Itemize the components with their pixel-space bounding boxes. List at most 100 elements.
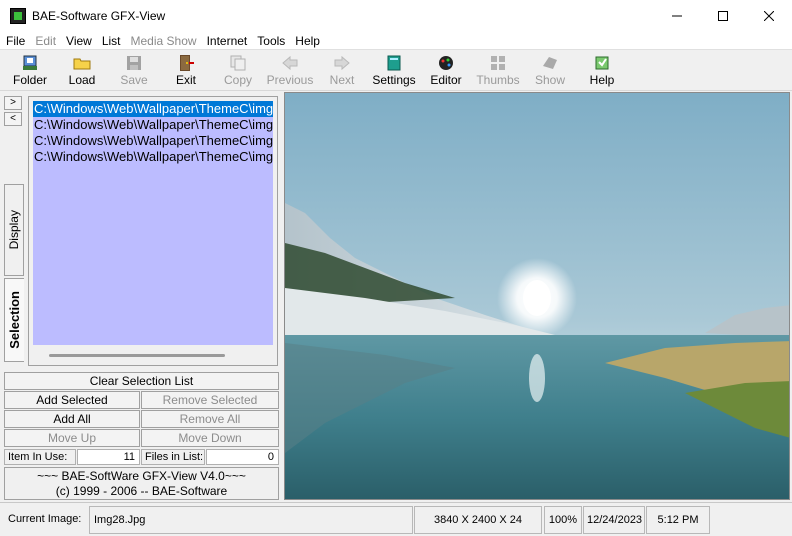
add-selected-label: Add Selected	[36, 393, 108, 407]
menu-view[interactable]: View	[61, 32, 97, 50]
editor-label: Editor	[430, 73, 462, 87]
files-in-list-value: 0	[206, 449, 279, 465]
list-item[interactable]: C:\Windows\Web\Wallpaper\ThemeC\img29.jp…	[33, 117, 273, 133]
status-bar: Current Image: Img28.Jpg 3840 X 2400 X 2…	[0, 502, 792, 536]
window-controls	[654, 0, 792, 32]
image-dimensions: 3840 X 2400 X 24	[414, 506, 542, 534]
floppy-disk-icon	[125, 54, 143, 72]
tab-selection-label: Selection	[7, 291, 22, 349]
folder-button[interactable]: Folder	[4, 51, 56, 91]
status-time: 5:12 PM	[646, 506, 710, 534]
horizontal-scrollbar[interactable]	[33, 349, 273, 363]
list-item[interactable]: C:\Windows\Web\Wallpaper\ThemeC\img31.jp…	[33, 149, 273, 165]
selection-list-frame: C:\Windows\Web\Wallpaper\ThemeC\img28.jp…	[28, 96, 278, 366]
add-all-button[interactable]: Add All	[4, 410, 140, 428]
menu-edit[interactable]: Edit	[30, 32, 61, 50]
list-item[interactable]: C:\Windows\Web\Wallpaper\ThemeC\img30.jp…	[33, 133, 273, 149]
remove-selected-button[interactable]: Remove Selected	[141, 391, 279, 409]
previous-label: Previous	[266, 73, 314, 87]
minimize-button[interactable]	[654, 0, 700, 32]
scrollbar-thumb[interactable]	[49, 354, 225, 357]
next-button[interactable]: Next	[316, 51, 368, 91]
move-down-button[interactable]: Move Down	[141, 429, 279, 447]
next-arrow-label: >	[10, 97, 16, 108]
menu-file[interactable]: File	[0, 32, 30, 50]
about-box: ~~~ BAE-SoftWare GFX-View V4.0~~~ (c) 19…	[4, 467, 279, 500]
tab-display-label: Display	[7, 210, 21, 250]
item-in-use-value: 11	[77, 449, 140, 465]
item-in-use-label: Item In Use:	[4, 449, 76, 465]
move-up-button[interactable]: Move Up	[4, 429, 140, 447]
menu-list[interactable]: List	[97, 32, 126, 50]
exit-button[interactable]: Exit	[160, 51, 212, 91]
open-folder-icon	[73, 54, 91, 72]
wallpaper-image	[285, 93, 789, 499]
prev-arrow-button[interactable]: <	[4, 112, 22, 126]
menu-internet[interactable]: Internet	[202, 32, 253, 50]
menu-media-show[interactable]: Media Show	[126, 32, 202, 50]
thumbs-label: Thumbs	[476, 73, 520, 87]
clear-selection-label: Clear Selection List	[89, 374, 194, 388]
maximize-icon	[718, 11, 728, 21]
menu-help[interactable]: Help	[290, 32, 325, 50]
file-listbox[interactable]: C:\Windows\Web\Wallpaper\ThemeC\img28.jp…	[33, 101, 273, 345]
zoom-level: 100%	[544, 506, 582, 534]
remove-all-button[interactable]: Remove All	[141, 410, 279, 428]
load-label: Load	[68, 73, 96, 87]
clear-selection-button[interactable]: Clear Selection List	[4, 372, 279, 390]
menu-tools[interactable]: Tools	[252, 32, 290, 50]
add-all-label: Add All	[53, 412, 91, 426]
exit-door-icon	[177, 54, 195, 72]
thumbnails-icon	[489, 54, 507, 72]
about-line-1: ~~~ BAE-SoftWare GFX-View V4.0~~~	[37, 469, 246, 483]
thumbs-button[interactable]: Thumbs	[472, 51, 524, 91]
copy-icon	[229, 54, 247, 72]
maximize-button[interactable]	[700, 0, 746, 32]
current-image-label: Current Image:	[4, 506, 89, 534]
next-label: Next	[329, 73, 355, 87]
remove-all-label: Remove All	[179, 412, 241, 426]
tab-display[interactable]: Display	[4, 184, 24, 276]
move-up-label: Move Up	[47, 431, 97, 445]
add-selected-button[interactable]: Add Selected	[4, 391, 140, 409]
window-title: BAE-Software GFX-View	[32, 9, 166, 23]
current-image-value: Img28.Jpg	[89, 506, 413, 534]
save-button[interactable]: Save	[108, 51, 160, 91]
help-button[interactable]: Help	[576, 51, 628, 91]
settings-button[interactable]: Settings	[368, 51, 420, 91]
about-line-2: (c) 1999 - 2006 -- BAE-Software	[55, 484, 228, 498]
minimize-icon	[672, 15, 682, 17]
app-icon[interactable]	[10, 8, 26, 24]
save-label: Save	[120, 73, 148, 87]
close-icon	[764, 11, 774, 21]
files-in-list-label: Files in List:	[141, 449, 205, 465]
copy-button[interactable]: Copy	[212, 51, 264, 91]
close-button[interactable]	[746, 0, 792, 32]
list-item[interactable]: C:\Windows\Web\Wallpaper\ThemeC\img28.jp…	[33, 101, 273, 117]
load-button[interactable]: Load	[56, 51, 108, 91]
arrow-left-icon	[281, 54, 299, 72]
copy-label: Copy	[223, 73, 252, 87]
title-bar: BAE-Software GFX-View	[0, 0, 792, 32]
toolbar: Folder Load Save Exit Copy Previous Next…	[0, 51, 792, 91]
help-label: Help	[589, 73, 615, 87]
image-viewer[interactable]	[284, 92, 790, 500]
next-arrow-button[interactable]: >	[4, 96, 22, 110]
arrow-right-icon	[333, 54, 351, 72]
prev-arrow-label: <	[10, 113, 16, 124]
help-icon	[593, 54, 611, 72]
slideshow-icon	[541, 54, 559, 72]
folder-tree-icon	[21, 54, 39, 72]
show-label: Show	[534, 73, 566, 87]
previous-button[interactable]: Previous	[264, 51, 316, 91]
exit-label: Exit	[175, 73, 196, 87]
status-date: 12/24/2023	[583, 506, 645, 534]
editor-palette-icon	[437, 54, 455, 72]
folder-label: Folder	[12, 73, 47, 87]
show-button[interactable]: Show	[524, 51, 576, 91]
remove-selected-label: Remove Selected	[162, 393, 258, 407]
editor-button[interactable]: Editor	[420, 51, 472, 91]
left-panel: > < Display Selection C:\Windows\Web\Wal…	[0, 92, 282, 502]
settings-book-icon	[385, 54, 403, 72]
tab-selection[interactable]: Selection	[4, 278, 24, 362]
